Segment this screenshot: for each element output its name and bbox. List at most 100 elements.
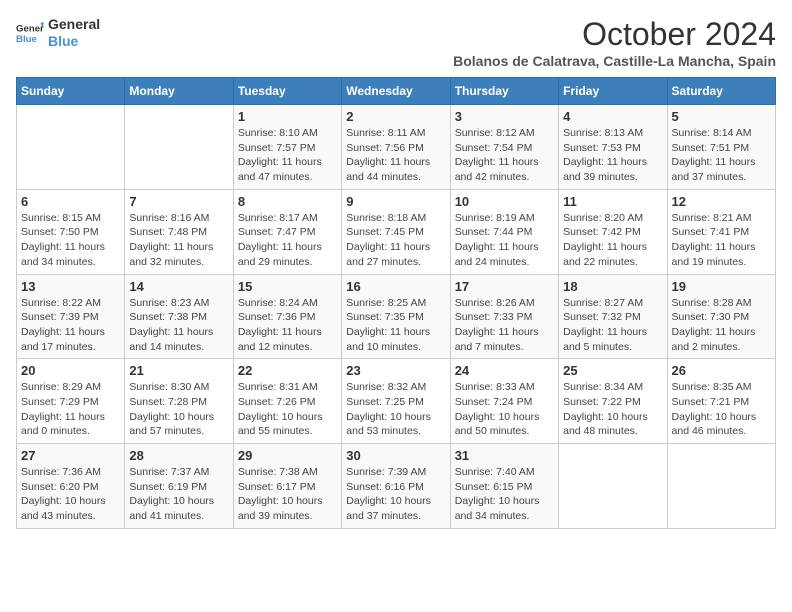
day-detail: Sunrise: 8:18 AM Sunset: 7:45 PM Dayligh…	[346, 211, 445, 270]
calendar-cell: 25Sunrise: 8:34 AM Sunset: 7:22 PM Dayli…	[559, 359, 667, 444]
day-number: 7	[129, 194, 228, 209]
weekday-header-tuesday: Tuesday	[233, 78, 341, 105]
calendar-cell: 28Sunrise: 7:37 AM Sunset: 6:19 PM Dayli…	[125, 444, 233, 529]
weekday-header-monday: Monday	[125, 78, 233, 105]
day-number: 21	[129, 363, 228, 378]
day-detail: Sunrise: 7:38 AM Sunset: 6:17 PM Dayligh…	[238, 465, 337, 524]
calendar-cell	[125, 105, 233, 190]
day-detail: Sunrise: 8:26 AM Sunset: 7:33 PM Dayligh…	[455, 296, 554, 355]
calendar-cell: 26 Sunrise: 8:35 AM Sunset: 7:21 PM Dayli…	[667, 359, 775, 444]
calendar-cell: 4 Sunrise: 8:13 AM Sunset: 7:53 PM Daylig…	[559, 105, 667, 190]
calendar-table: SundayMondayTuesdayWednesdayThursdayFrid…	[16, 77, 776, 529]
day-detail: Sunrise: 8:28 AM Sunset: 7:30 PM Dayligh…	[672, 296, 771, 355]
calendar-cell: 18 Sunrise: 8:27 AM Sunset: 7:32 PM Dayli…	[559, 274, 667, 359]
day-number: 14	[129, 279, 228, 294]
day-detail: Sunrise: 8:21 AM Sunset: 7:41 PM Dayligh…	[672, 211, 771, 270]
calendar-cell	[667, 444, 775, 529]
day-detail: Sunrise: 8:22 AM Sunset: 7:39 PM Dayligh…	[21, 296, 120, 355]
calendar-week-4: 20Sunrise: 8:29 AM Sunset: 7:29 PM Dayli…	[17, 359, 776, 444]
day-detail: Sunrise: 8:32 AM Sunset: 7:25 PM Dayligh…	[346, 380, 445, 439]
day-detail: Sunrise: 8:11 AM Sunset: 7:56 PM Dayligh…	[346, 126, 445, 185]
day-number: 8	[238, 194, 337, 209]
calendar-cell: 13 Sunrise: 8:22 AM Sunset: 7:39 PM Dayli…	[17, 274, 125, 359]
day-number: 11	[563, 194, 662, 209]
day-number: 24	[455, 363, 554, 378]
day-detail: Sunrise: 7:39 AM Sunset: 6:16 PM Dayligh…	[346, 465, 445, 524]
calendar-cell: 21 Sunrise: 8:30 AM Sunset: 7:28 PM Dayli…	[125, 359, 233, 444]
day-number: 22	[238, 363, 337, 378]
calendar-cell: 9 Sunrise: 8:18 AM Sunset: 7:45 PM Daylig…	[342, 189, 450, 274]
logo-general: General	[48, 16, 100, 33]
calendar-cell: 17 Sunrise: 8:26 AM Sunset: 7:33 PM Dayli…	[450, 274, 558, 359]
calendar-cell: 3 Sunrise: 8:12 AM Sunset: 7:54 PM Daylig…	[450, 105, 558, 190]
logo: General Blue General Blue	[16, 16, 100, 50]
day-number: 9	[346, 194, 445, 209]
calendar-cell: 14 Sunrise: 8:23 AM Sunset: 7:38 PM Dayli…	[125, 274, 233, 359]
day-detail: Sunrise: 8:29 AM Sunset: 7:29 PM Dayligh…	[21, 380, 120, 439]
calendar-cell	[17, 105, 125, 190]
day-detail: Sunrise: 8:16 AM Sunset: 7:48 PM Dayligh…	[129, 211, 228, 270]
location: Bolanos de Calatrava, Castille-La Mancha…	[453, 53, 776, 69]
day-number: 18	[563, 279, 662, 294]
day-detail: Sunrise: 7:40 AM Sunset: 6:15 PM Dayligh…	[455, 465, 554, 524]
calendar-cell: 30Sunrise: 7:39 AM Sunset: 6:16 PM Dayli…	[342, 444, 450, 529]
day-detail: Sunrise: 8:20 AM Sunset: 7:42 PM Dayligh…	[563, 211, 662, 270]
calendar-cell: 24 Sunrise: 8:33 AM Sunset: 7:24 PM Dayli…	[450, 359, 558, 444]
day-number: 17	[455, 279, 554, 294]
day-number: 29	[238, 448, 337, 463]
day-number: 5	[672, 109, 771, 124]
weekday-header-sunday: Sunday	[17, 78, 125, 105]
calendar-cell: 6 Sunrise: 8:15 AM Sunset: 7:50 PM Daylig…	[17, 189, 125, 274]
day-number: 27	[21, 448, 120, 463]
day-detail: Sunrise: 8:15 AM Sunset: 7:50 PM Dayligh…	[21, 211, 120, 270]
calendar-cell: 31Sunrise: 7:40 AM Sunset: 6:15 PM Dayli…	[450, 444, 558, 529]
calendar-cell: 27Sunrise: 7:36 AM Sunset: 6:20 PM Dayli…	[17, 444, 125, 529]
day-detail: Sunrise: 8:23 AM Sunset: 7:38 PM Dayligh…	[129, 296, 228, 355]
day-number: 15	[238, 279, 337, 294]
day-number: 13	[21, 279, 120, 294]
day-number: 26	[672, 363, 771, 378]
weekday-header-thursday: Thursday	[450, 78, 558, 105]
calendar-header-row: SundayMondayTuesdayWednesdayThursdayFrid…	[17, 78, 776, 105]
calendar-cell: 11 Sunrise: 8:20 AM Sunset: 7:42 PM Dayli…	[559, 189, 667, 274]
calendar-cell: 23Sunrise: 8:32 AM Sunset: 7:25 PM Dayli…	[342, 359, 450, 444]
day-number: 16	[346, 279, 445, 294]
calendar-cell: 5Sunrise: 8:14 AM Sunset: 7:51 PM Daylig…	[667, 105, 775, 190]
month-title: October 2024	[453, 16, 776, 53]
calendar-cell: 1 Sunrise: 8:10 AM Sunset: 7:57 PM Daylig…	[233, 105, 341, 190]
day-detail: Sunrise: 7:37 AM Sunset: 6:19 PM Dayligh…	[129, 465, 228, 524]
svg-text:Blue: Blue	[16, 34, 37, 45]
calendar-cell: 12 Sunrise: 8:21 AM Sunset: 7:41 PM Dayli…	[667, 189, 775, 274]
calendar-week-5: 27Sunrise: 7:36 AM Sunset: 6:20 PM Dayli…	[17, 444, 776, 529]
calendar-cell: 7 Sunrise: 8:16 AM Sunset: 7:48 PM Daylig…	[125, 189, 233, 274]
day-detail: Sunrise: 8:31 AM Sunset: 7:26 PM Dayligh…	[238, 380, 337, 439]
day-detail: Sunrise: 8:12 AM Sunset: 7:54 PM Dayligh…	[455, 126, 554, 185]
calendar-week-2: 6 Sunrise: 8:15 AM Sunset: 7:50 PM Daylig…	[17, 189, 776, 274]
day-number: 3	[455, 109, 554, 124]
day-detail: Sunrise: 8:25 AM Sunset: 7:35 PM Dayligh…	[346, 296, 445, 355]
day-detail: Sunrise: 8:30 AM Sunset: 7:28 PM Dayligh…	[129, 380, 228, 439]
page-header: General Blue General Blue October 2024 B…	[16, 16, 776, 69]
calendar-cell: 19Sunrise: 8:28 AM Sunset: 7:30 PM Dayli…	[667, 274, 775, 359]
day-detail: Sunrise: 8:13 AM Sunset: 7:53 PM Dayligh…	[563, 126, 662, 185]
calendar-cell: 29 Sunrise: 7:38 AM Sunset: 6:17 PM Dayli…	[233, 444, 341, 529]
day-number: 2	[346, 109, 445, 124]
day-number: 4	[563, 109, 662, 124]
weekday-header-wednesday: Wednesday	[342, 78, 450, 105]
day-detail: Sunrise: 8:19 AM Sunset: 7:44 PM Dayligh…	[455, 211, 554, 270]
calendar-cell	[559, 444, 667, 529]
day-detail: Sunrise: 8:33 AM Sunset: 7:24 PM Dayligh…	[455, 380, 554, 439]
calendar-cell: 22 Sunrise: 8:31 AM Sunset: 7:26 PM Dayli…	[233, 359, 341, 444]
weekday-header-friday: Friday	[559, 78, 667, 105]
calendar-week-3: 13 Sunrise: 8:22 AM Sunset: 7:39 PM Dayli…	[17, 274, 776, 359]
day-detail: Sunrise: 8:24 AM Sunset: 7:36 PM Dayligh…	[238, 296, 337, 355]
calendar-cell: 2 Sunrise: 8:11 AM Sunset: 7:56 PM Daylig…	[342, 105, 450, 190]
day-detail: Sunrise: 8:34 AM Sunset: 7:22 PM Dayligh…	[563, 380, 662, 439]
day-number: 6	[21, 194, 120, 209]
day-number: 1	[238, 109, 337, 124]
title-block: October 2024 Bolanos de Calatrava, Casti…	[453, 16, 776, 69]
day-detail: Sunrise: 8:35 AM Sunset: 7:21 PM Dayligh…	[672, 380, 771, 439]
day-number: 12	[672, 194, 771, 209]
day-detail: Sunrise: 8:27 AM Sunset: 7:32 PM Dayligh…	[563, 296, 662, 355]
day-detail: Sunrise: 8:10 AM Sunset: 7:57 PM Dayligh…	[238, 126, 337, 185]
